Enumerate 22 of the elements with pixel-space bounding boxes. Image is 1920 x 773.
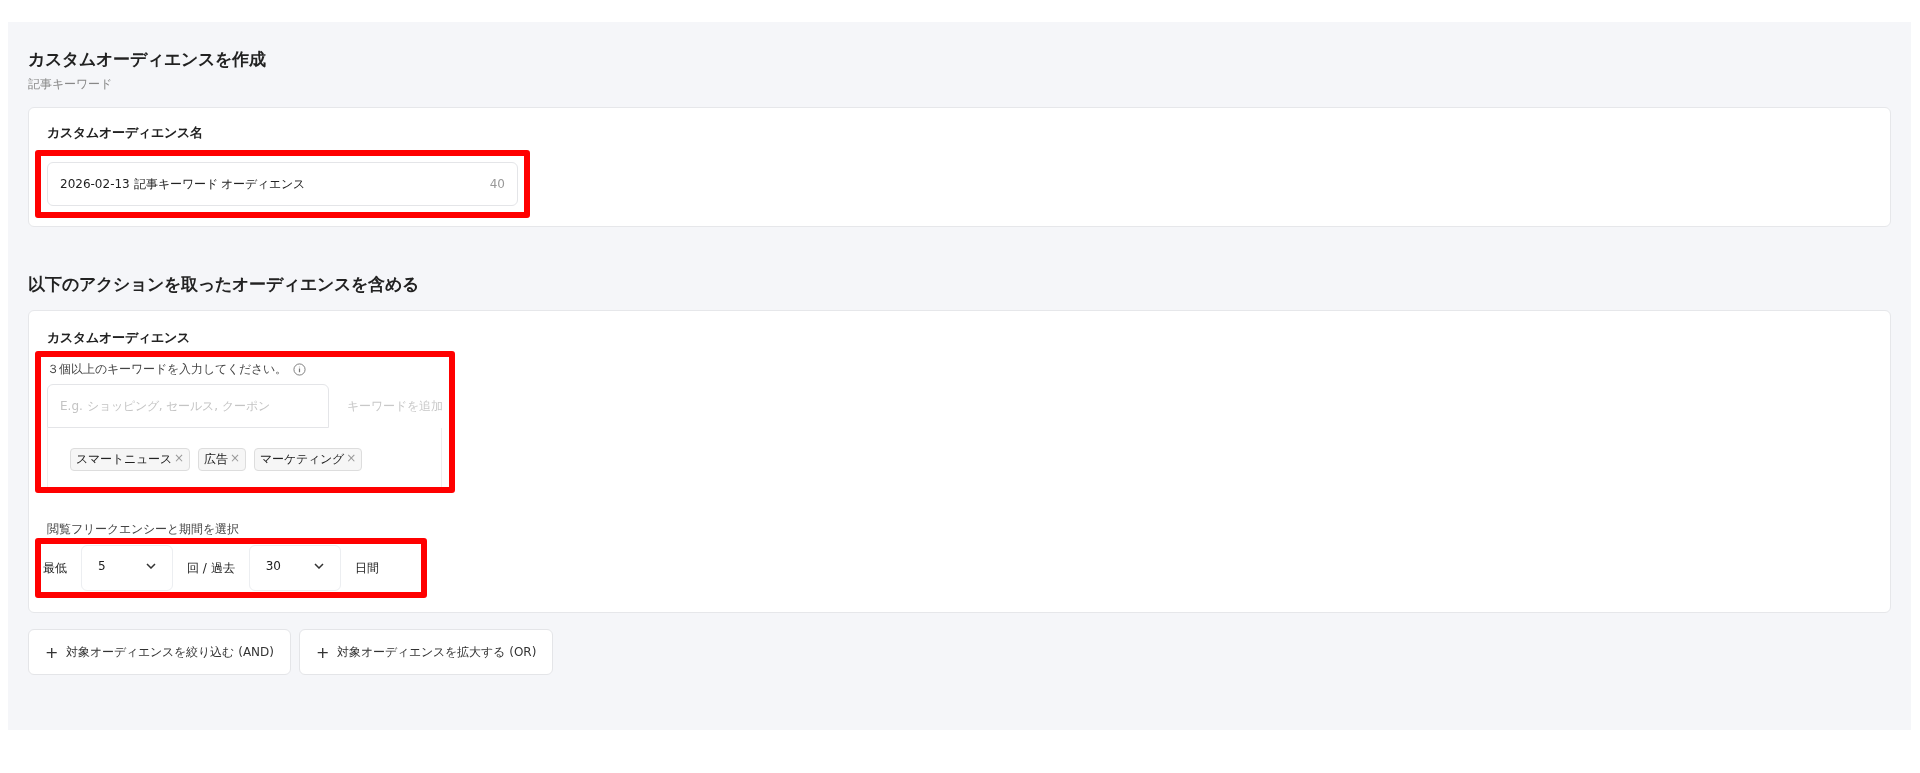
days-select[interactable]: 30 — [248, 545, 341, 591]
character-counter: 40 — [489, 177, 505, 191]
count-select[interactable]: 5 — [81, 545, 173, 591]
page-subtitle: 記事キーワード — [28, 76, 113, 93]
field-label: カスタムオーディエンス — [47, 329, 191, 347]
keyword-tag: スマートニュース × — [70, 448, 191, 471]
section-title: 以下のアクションを取ったオーディエンスを含める — [28, 273, 420, 296]
chevron-down-icon — [146, 563, 156, 569]
chevron-down-icon — [313, 563, 324, 569]
add-condition-button[interactable]: + 対象オーディエンスを拡大する (OR) — [299, 629, 554, 675]
field-label: カスタムオーディエンス名 — [47, 124, 204, 142]
add-condition-button[interactable]: + 対象オーディエンスを絞り込む (AND) — [28, 629, 291, 675]
keyword-tag: マーケティング × — [254, 448, 363, 471]
info-icon[interactable] — [293, 363, 306, 376]
frequency-text: 回 / 過去 — [186, 559, 236, 577]
page-title: カスタムオーディエンスを作成 — [28, 48, 267, 70]
field-label: 閲覧フリークエンシーと期間を選択 — [47, 521, 240, 538]
name-input-field[interactable]: 2026-02-13 記事キーワード オーディエンス 40 — [47, 162, 518, 206]
frequency-text: 最低 — [42, 559, 68, 577]
hint-text: ３個以上のキーワードを入力してください。 — [47, 361, 287, 378]
frequency-text: 日間 — [353, 559, 380, 577]
keyword-tag: 広告 × — [198, 448, 247, 471]
